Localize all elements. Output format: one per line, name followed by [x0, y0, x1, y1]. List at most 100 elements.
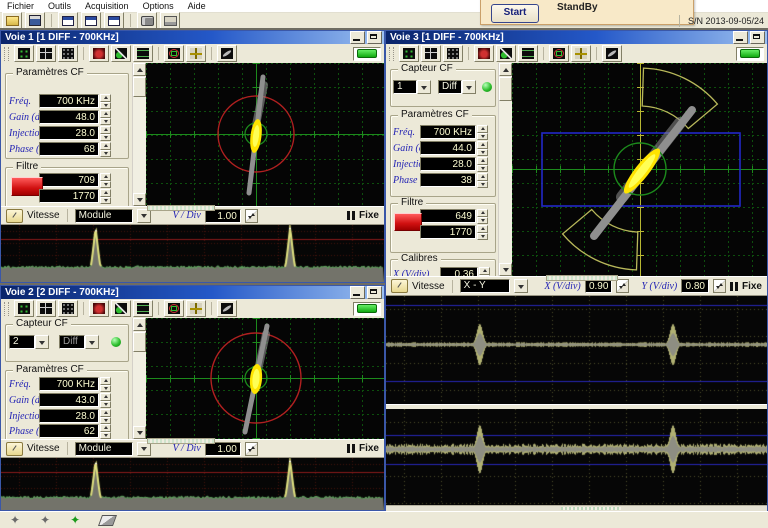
phase-spinner[interactable] — [100, 424, 111, 439]
filter-low-spinner[interactable] — [477, 225, 488, 240]
curves-button[interactable] — [518, 45, 538, 62]
balance-y-icon[interactable]: ✦ — [40, 513, 50, 527]
phase-spinner[interactable] — [100, 142, 111, 157]
maximize-button[interactable] — [750, 31, 765, 44]
quad-view-button[interactable] — [36, 45, 56, 62]
gain-spinner[interactable] — [100, 393, 111, 408]
injection-field[interactable]: 28.0 — [39, 126, 99, 140]
alarm-zone-button[interactable] — [549, 45, 569, 62]
menu-acquisition[interactable]: Acquisition — [78, 1, 136, 11]
phase-field[interactable]: 62 — [39, 424, 99, 438]
gain-field[interactable]: 44.0 — [420, 141, 476, 155]
gate-button[interactable] — [186, 300, 206, 317]
injection-field[interactable]: 28.0 — [420, 157, 476, 171]
fixe-control[interactable]: Fixe — [347, 210, 379, 221]
minimize-button[interactable] — [733, 31, 748, 44]
gain-spinner[interactable] — [100, 110, 111, 125]
maximize-button[interactable] — [367, 31, 382, 44]
scroll-down-button[interactable] — [133, 193, 146, 206]
vdiv-spinner[interactable] — [245, 442, 258, 456]
filter-high-field[interactable]: 709 — [39, 173, 99, 187]
alarm-zone-button[interactable] — [164, 45, 184, 62]
capteur-mode-select[interactable]: Diff — [59, 335, 85, 349]
minimize-button[interactable] — [350, 31, 365, 44]
freq-spinner[interactable] — [100, 377, 111, 392]
calibres-x-spinner[interactable] — [479, 267, 490, 276]
quad-view-button[interactable] — [421, 45, 441, 62]
balance-x-icon[interactable]: ✦ — [10, 513, 20, 527]
vdiv-spinner[interactable] — [245, 209, 258, 223]
phase-field[interactable]: 68 — [39, 142, 99, 156]
capteur-channel-dropdown[interactable] — [417, 80, 431, 94]
fixe-control[interactable]: Fixe — [347, 443, 379, 454]
scroll-up-button[interactable] — [499, 63, 512, 76]
scrollbar-thumb[interactable] — [499, 77, 512, 101]
scrollbar-thumb[interactable] — [133, 332, 146, 352]
strip-mini-scrollbar[interactable] — [546, 275, 618, 281]
ydiv-spinner[interactable] — [713, 279, 726, 293]
snapshot-button[interactable] — [137, 12, 157, 29]
erase-icon[interactable] — [98, 515, 117, 526]
capteur-mode-dropdown[interactable] — [85, 335, 99, 349]
curves-button[interactable] — [133, 300, 153, 317]
layout-cascade-button[interactable] — [58, 12, 78, 29]
display-mode-select[interactable]: Module — [75, 209, 133, 223]
toolbar-grip[interactable] — [4, 47, 9, 61]
display-mode-select[interactable]: X - Y — [460, 279, 511, 293]
filter-red-button[interactable] — [394, 213, 422, 231]
gate-button[interactable] — [571, 45, 591, 62]
parameter-scrollbar[interactable] — [498, 63, 512, 276]
ydiv-field[interactable]: 0.80 — [681, 279, 709, 293]
calibres-x-field[interactable]: 0.36 — [440, 267, 478, 276]
injection-spinner[interactable] — [477, 157, 488, 172]
strip-mini-scrollbar[interactable] — [147, 438, 215, 444]
xdiv-spinner[interactable] — [616, 279, 629, 293]
filter-high-field[interactable]: 649 — [420, 209, 476, 223]
dots-view-button[interactable] — [14, 45, 34, 62]
start-button[interactable]: Start — [491, 4, 539, 23]
voie3-titlebar[interactable]: Voie 3 [1 DIFF - 700KHz] — [386, 31, 767, 44]
multi-view-button[interactable] — [58, 300, 78, 317]
multi-view-button[interactable] — [58, 45, 78, 62]
phase-spinner[interactable] — [477, 173, 488, 188]
xdiv-field[interactable]: 0.90 — [585, 279, 613, 293]
open-file-button[interactable] — [2, 12, 22, 29]
dots-view-button[interactable] — [399, 45, 419, 62]
curves-button[interactable] — [133, 45, 153, 62]
lissajous-button[interactable] — [217, 45, 237, 62]
toolbar-grip[interactable] — [389, 47, 394, 61]
phase-field[interactable]: 38 — [420, 173, 476, 187]
capteur-channel-select[interactable]: 2 — [9, 335, 35, 349]
injection-spinner[interactable] — [100, 126, 111, 141]
balance-all-icon[interactable]: ✦ — [70, 513, 80, 527]
parameter-scrollbar[interactable] — [132, 63, 146, 206]
persistence-button[interactable] — [89, 300, 109, 317]
filter-high-spinner[interactable] — [477, 209, 488, 224]
print-button[interactable] — [160, 12, 180, 29]
filter-low-field[interactable]: 1770 — [39, 189, 99, 203]
capteur-mode-select[interactable]: Diff — [438, 80, 462, 94]
scrollbar-thumb[interactable] — [133, 77, 146, 97]
freq-field[interactable]: 700 KHz — [39, 94, 99, 108]
gain-field[interactable]: 48.0 — [39, 110, 99, 124]
alarm-zone-button[interactable] — [164, 300, 184, 317]
layout-tile-vertical-button[interactable] — [104, 12, 124, 29]
menu-fichier[interactable]: Fichier — [0, 1, 41, 11]
capteur-channel-select[interactable]: 1 — [393, 80, 417, 94]
gate-button[interactable] — [186, 45, 206, 62]
filter-high-spinner[interactable] — [100, 173, 111, 188]
capteur-mode-dropdown[interactable] — [462, 80, 476, 94]
parameter-scrollbar[interactable] — [132, 318, 146, 439]
freq-field[interactable]: 700 KHz — [39, 377, 99, 391]
freq-field[interactable]: 700 KHz — [420, 125, 476, 139]
injection-field[interactable]: 28.0 — [39, 409, 99, 423]
filter-low-field[interactable]: 1770 — [420, 225, 476, 239]
scroll-up-button[interactable] — [133, 318, 146, 331]
zoom-button[interactable] — [496, 45, 516, 62]
freq-spinner[interactable] — [100, 94, 111, 109]
scroll-down-button[interactable] — [499, 263, 512, 276]
voie2-titlebar[interactable]: Voie 2 [2 DIFF - 700KHz] — [1, 286, 384, 299]
maximize-button[interactable] — [367, 286, 382, 299]
menu-aide[interactable]: Aide — [181, 1, 213, 11]
voie1-titlebar[interactable]: Voie 1 [1 DIFF - 700KHz] — [1, 31, 384, 44]
